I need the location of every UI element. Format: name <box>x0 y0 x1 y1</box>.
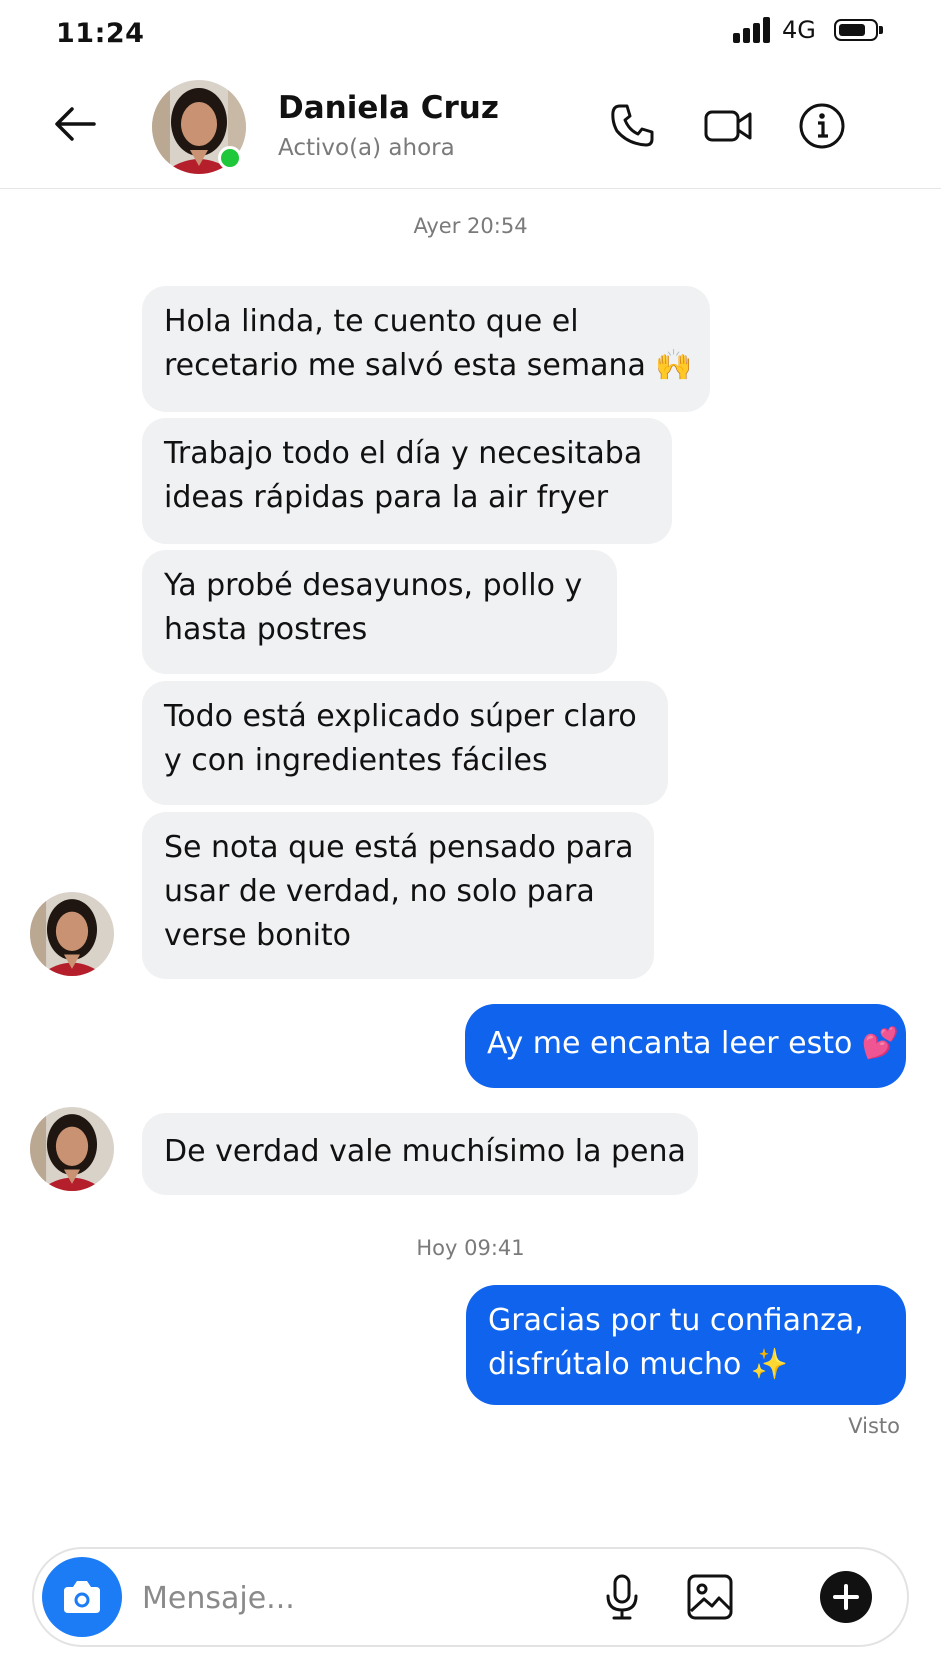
battery-icon <box>834 19 883 41</box>
contact-avatar-small[interactable] <box>30 892 114 976</box>
incoming-message[interactable]: Hola linda, te cuento que el recetario m… <box>142 286 710 412</box>
message-line: y con ingredientes fáciles <box>164 743 548 778</box>
message-line: Hola linda, te cuento que el <box>164 304 579 339</box>
contact-avatar-small[interactable] <box>30 1107 114 1191</box>
outgoing-message[interactable]: Gracias por tu confianza, disfrútalo muc… <box>466 1285 906 1405</box>
message-line: usar de verdad, no solo para <box>164 874 595 909</box>
seen-receipt: Visto <box>848 1414 900 1438</box>
signal-icon <box>733 17 773 43</box>
message-line: Ya probé desayunos, pollo y <box>164 568 583 603</box>
message-line: hasta postres <box>164 612 368 647</box>
back-arrow-icon[interactable] <box>50 98 102 150</box>
video-icon[interactable] <box>702 100 754 152</box>
message-line: Gracias por tu confianza, <box>488 1303 864 1338</box>
message-line: recetario me salvó esta semana 🙌 <box>164 348 693 383</box>
message-line: Ay me encanta leer esto 💕 <box>487 1026 900 1061</box>
info-icon[interactable] <box>796 100 848 152</box>
message-input[interactable] <box>140 1571 544 1625</box>
incoming-message[interactable]: Todo está explicado súper claro y con in… <box>142 681 668 805</box>
incoming-message[interactable]: Ya probé desayunos, pollo y hasta postre… <box>142 550 617 674</box>
camera-icon <box>64 1581 100 1613</box>
status-bar: 11:24 4G <box>0 0 941 64</box>
message-line: Trabajo todo el día y necesitaba <box>164 436 643 471</box>
outgoing-message[interactable]: Ay me encanta leer esto 💕 <box>465 1004 906 1088</box>
message-line: Todo está explicado súper claro <box>164 699 637 734</box>
message-line: verse bonito <box>164 918 352 953</box>
microphone-icon[interactable] <box>596 1571 648 1623</box>
message-line: ideas rápidas para la air fryer <box>164 480 609 515</box>
incoming-message[interactable]: De verdad vale muchísimo la pena <box>142 1113 698 1195</box>
contact-name[interactable]: Daniela Cruz <box>278 90 499 126</box>
message-composer <box>32 1547 909 1647</box>
incoming-message[interactable]: Se nota que está pensado para usar de ve… <box>142 812 654 979</box>
online-indicator <box>218 146 242 170</box>
timestamp: Hoy 09:41 <box>416 1236 525 1260</box>
network-type: 4G <box>782 16 816 44</box>
chat-header: Daniela Cruz Activo(a) ahora <box>0 64 941 189</box>
contact-status: Activo(a) ahora <box>278 135 455 161</box>
plus-icon <box>833 1584 859 1610</box>
gallery-icon[interactable] <box>684 1571 736 1623</box>
timestamp: Ayer 20:54 <box>413 214 528 238</box>
incoming-message[interactable]: Trabajo todo el día y necesitaba ideas r… <box>142 418 672 544</box>
message-line: De verdad vale muchísimo la pena <box>164 1134 686 1169</box>
phone-icon[interactable] <box>606 100 658 152</box>
camera-button[interactable] <box>42 1557 122 1637</box>
message-line: disfrútalo mucho ✨ <box>488 1347 789 1382</box>
status-time: 11:24 <box>56 18 145 49</box>
message-line: Se nota que está pensado para <box>164 830 634 865</box>
plus-button[interactable] <box>820 1571 872 1623</box>
